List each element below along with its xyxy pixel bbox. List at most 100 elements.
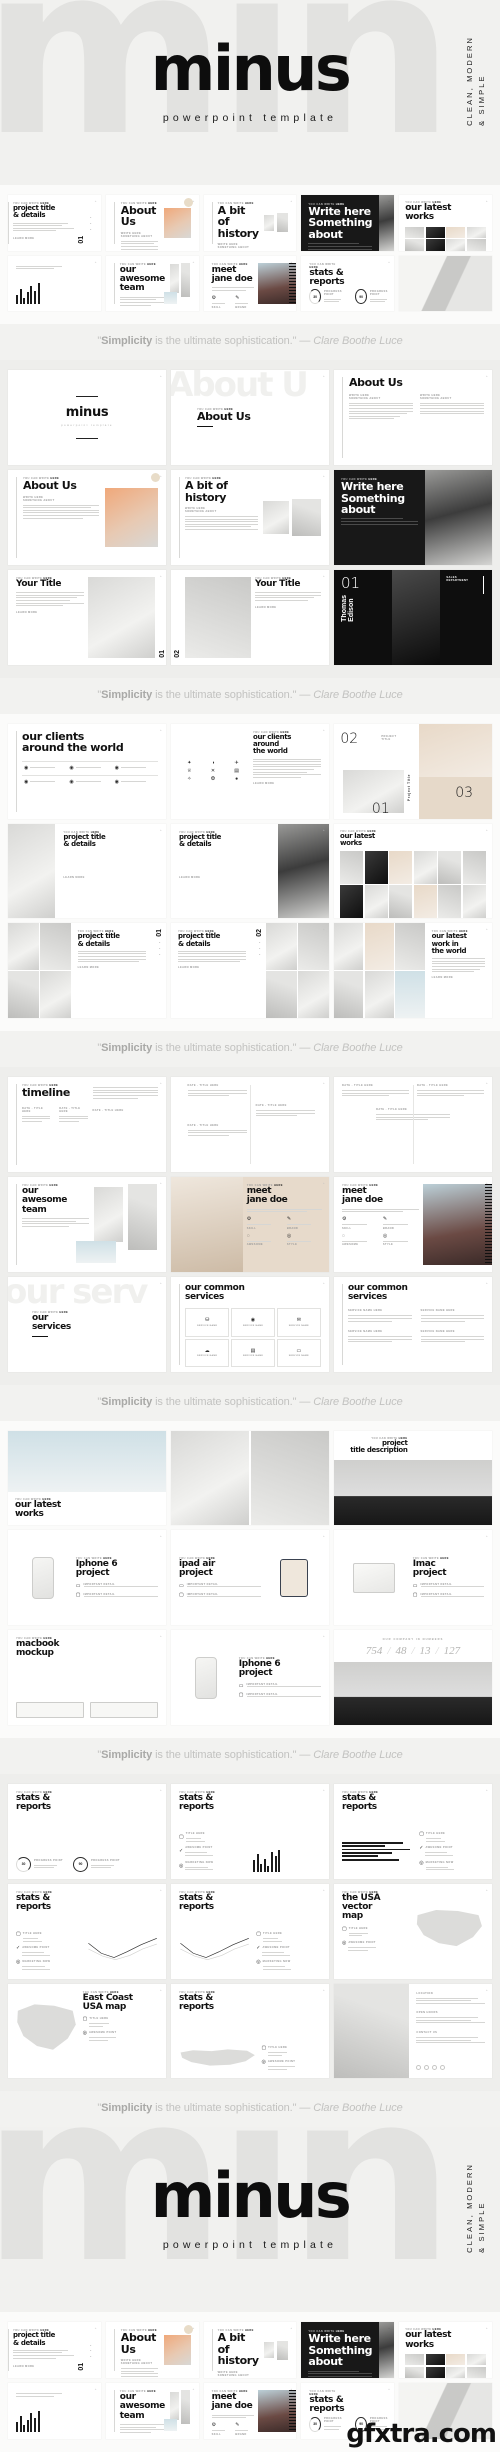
service-cell[interactable]: ⛁ SERVICE NAME (185, 1308, 230, 1338)
slide-macbook[interactable]: You can write Here macbook mockup + (8, 1630, 166, 1725)
slide-project-bottle[interactable]: You can write Here project title & details… (8, 823, 166, 919)
text-lines (16, 2392, 93, 2398)
slide-device[interactable]: You can write Here Iphone 6 project ▭ IMPO… (171, 1630, 329, 1725)
slide-stats-donut[interactable]: You can write Here stats & reports 30 PROGR… (8, 1783, 166, 1879)
slide-east-coast[interactable]: You can write Here East Coast USA map ▢ TIT… (8, 1983, 166, 2079)
slide-title: Your Title (16, 578, 62, 589)
slide-device-l[interactable]: You can write Here Imac project ▭ IMPORTAN… (334, 1530, 492, 1626)
slide-stats-donut[interactable]: You can write Here stats & reports 30 PROGR… (301, 255, 395, 312)
slide-services-cover[interactable]: our serv You can write Here our services + (8, 1276, 166, 1372)
screen-icon: ▢ (412, 1592, 418, 1599)
service-name: SERVICE NAME (242, 1355, 264, 1358)
slide-services-icons[interactable]: our common services ⛁ SERVICE NAME ◉ SERV… (171, 1276, 329, 1372)
slide-caption: AWESOME POINT (348, 1940, 376, 1944)
service-cell[interactable]: ▭ SERVICE NAME (276, 1338, 321, 1368)
slide-num-projects[interactable]: 02 Project Title 03 01 Project Title (334, 723, 492, 819)
slide-about-peach[interactable]: You can write Here About Us WRITE HERE SOM… (8, 470, 166, 565)
slide-caption: PROGRESS POINT (369, 289, 388, 296)
slide-history[interactable]: You can write Here A bit of history WRITE… (171, 470, 329, 565)
text-lines (417, 1090, 484, 1097)
slide-latest-boats[interactable]: You can write Here our latest works (8, 1430, 166, 1526)
slide-device-r[interactable]: You can write Here ipad air project ▭ IMPO… (171, 1530, 329, 1626)
slide-world-map[interactable]: You can write Here stats & reports ▢ TITLE … (171, 1983, 329, 2079)
service-cell[interactable]: ◉ SERVICE NAME (230, 1308, 276, 1338)
slide-numbers[interactable]: OUR COMPANY IN NUMBERS 754/48/13/127 (334, 1630, 492, 1725)
slide-caption: AWESOME (342, 1243, 359, 1247)
slide-row: + You can write Here our awesome team + You… (8, 255, 492, 312)
text-lines (425, 1852, 453, 1856)
slide-stats-line[interactable]: You can write Here stats & reports ▢ TITLE … (8, 1883, 166, 1979)
slide-caption: TITLE HERE (22, 1931, 42, 1935)
slide-project-photo[interactable]: You can write Here project title & details… (171, 823, 329, 919)
slide-photo-duo[interactable] (171, 1430, 329, 1526)
slide-stats-bars[interactable]: You can write Here stats & reports ▢ TITLE … (171, 1783, 329, 1879)
slide-section-title[interactable]: About U You can write Here About Us + (171, 370, 329, 466)
slide-your-title-right[interactable]: 02 You can write Here Your Title LEARN MO… (171, 569, 329, 665)
slide-project-barn[interactable]: You can write Here project title descripti… (334, 1430, 492, 1526)
slide-bars-edge[interactable]: + (8, 255, 101, 312)
slide-usa-map[interactable]: You can write Here the USA vector map ▢ TITL… (334, 1883, 492, 1979)
slide-caption: DATE - TITLE HERE (92, 1108, 124, 1112)
social-icon[interactable] (424, 2065, 430, 2071)
person-name: Thomas Edison (341, 594, 355, 622)
slide-stats-hbars[interactable]: You can write Here stats & reports ▢ TITLE … (334, 1783, 492, 1879)
slide-clients-grid[interactable]: ✦ ◑ ✈ ♕ ✕ ▤ ✧ ❂ ● You can write Here our clients a… (171, 723, 329, 819)
slide-corner-mark: + (192, 199, 195, 203)
slide-corner-mark: + (159, 374, 162, 379)
slide-stats-line-r[interactable]: You can write Here stats & reports ▢ TITLE … (171, 1883, 329, 1979)
slide-timeline-empty[interactable]: DATE - TITLE HERE DATE - TITLE HERE DATE… (171, 1077, 329, 1172)
slide-cover[interactable]: minus powerpoint template + (8, 370, 166, 466)
dot-mark: · (88, 216, 93, 218)
client-logo-icon: ✧ (187, 775, 192, 782)
slide-bleed-arch[interactable] (399, 255, 492, 312)
slide-project-collage2[interactable]: You can write Here project title & details… (171, 923, 329, 1019)
slide-project-edge[interactable]: You can write Here project title & details… (8, 195, 101, 251)
slide-title: stats & reports (179, 1892, 214, 1913)
pen-icon: ✎ (286, 1216, 292, 1223)
service-cell[interactable]: ▤ SERVICE NAME (230, 1338, 276, 1368)
client-logo-icon: ◉ (69, 778, 74, 785)
social-icon[interactable] (416, 2065, 422, 2071)
slide-dark-portrait[interactable]: You can write Here Write here Something abo… (301, 195, 395, 251)
hero-tagline-line2: & SIMPLE (477, 74, 486, 126)
slide-team[interactable]: You can write Here our awesome team + (105, 255, 199, 312)
slide-latest-grid[interactable]: You can write Here our latest works + (399, 195, 492, 251)
slide-about-peach[interactable]: You can write Here About Us WRITE HERE SOM… (105, 195, 199, 251)
slide-dark-person[interactable]: 01 Thomas Edison Sales Department (334, 569, 492, 665)
slide-history[interactable]: You can write Here A bit of history WRITE… (203, 195, 297, 251)
slide-your-title-left[interactable]: You can write Here Your Title LEARN MORE … (8, 569, 166, 665)
slide-meet[interactable]: You can write Here meet jane doe ⚙ SKILL ✎ B… (203, 2382, 297, 2439)
thumbnail (446, 239, 466, 251)
service-cell[interactable]: ✉ SERVICE NAME (276, 1308, 321, 1338)
slide-project-collage[interactable]: You can write Here project title & details… (8, 923, 166, 1019)
social-icon[interactable] (432, 2065, 438, 2071)
slide-timeline[interactable]: You can write Here timeline DATE - TITLE … (8, 1077, 166, 1172)
service-cell[interactable]: ☁ SERVICE NAME (185, 1338, 230, 1368)
slide-caption: AWESOME POINT (425, 1846, 453, 1850)
slide-services-text[interactable]: our common services SERVICE NAME HERE SERV… (334, 1276, 492, 1372)
slide-meet[interactable]: You can write Here meet jane doe ⚙ SKILL ✎ B… (203, 255, 297, 312)
slide-clients-logos[interactable]: our clients around the world ◉ ◉ ◉ ◉ ◉ ◉ … (8, 723, 166, 819)
dot-mark: · (88, 2343, 93, 2346)
slide-team[interactable]: You can write Here our awesome team + (105, 2382, 199, 2439)
slide-title: stats & reports (309, 267, 345, 288)
circle-accent (183, 2325, 193, 2335)
slide-about-two-col[interactable]: About Us WRITE HERE SOMETHING ABOUT WRITE… (334, 370, 492, 466)
slide-timeline-empty2[interactable]: DATE - TITLE HERE DATE - TITLE HERE DATE … (334, 1077, 492, 1172)
slide-device[interactable]: You can write Here Iphone 6 project ▭ IMPO… (8, 1530, 166, 1626)
accent-bar (482, 575, 484, 594)
lamp-photo (251, 1430, 329, 1526)
slide-meet-beige[interactable]: You can write Here meet jane doe ⚙ SKILL ✎ B… (171, 1176, 329, 1272)
slide-dark-portrait[interactable]: You can write Here Write here Something abo… (334, 470, 492, 565)
slide-meet[interactable]: You can write Here meet jane doe ⚙ SKILL ✎ B… (334, 1176, 492, 1272)
landscape-photo (8, 1430, 166, 1492)
social-icon[interactable] (440, 2065, 446, 2071)
text-lines (211, 2414, 255, 2419)
slide-caption: TITLE HERE (425, 1832, 446, 1836)
slide-bars-edge[interactable]: + (8, 2382, 101, 2439)
slide-latest-world[interactable]: You can write Here our latest work in the w… (334, 923, 492, 1019)
slide-contact[interactable]: LOCATION OPEN HOURS CONTACT US + (334, 1983, 492, 2079)
slide-team[interactable]: You can write Here our awesome team + (8, 1176, 166, 1272)
thumbnail (446, 2354, 466, 2366)
slide-latest-mosaic[interactable]: You can write Here our latest works + (334, 823, 492, 919)
